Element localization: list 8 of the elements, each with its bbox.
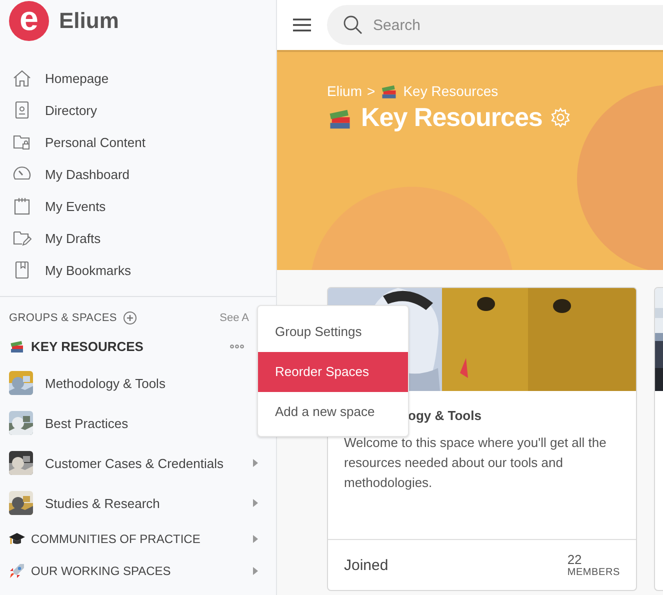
card-description: Welcome to this space where you'll get all the resources needed about our tools and methodologies. [344,434,608,492]
page-title: Key Resources [361,102,542,133]
member-label: MEMBERS [567,567,620,578]
membership-status: Joined [344,556,388,574]
section-heading: GROUPS & SPACES [9,312,117,324]
breadcrumb-separator: > [367,83,376,99]
member-count: 22 [567,552,582,567]
card-title: ogy & Tools [408,408,482,423]
